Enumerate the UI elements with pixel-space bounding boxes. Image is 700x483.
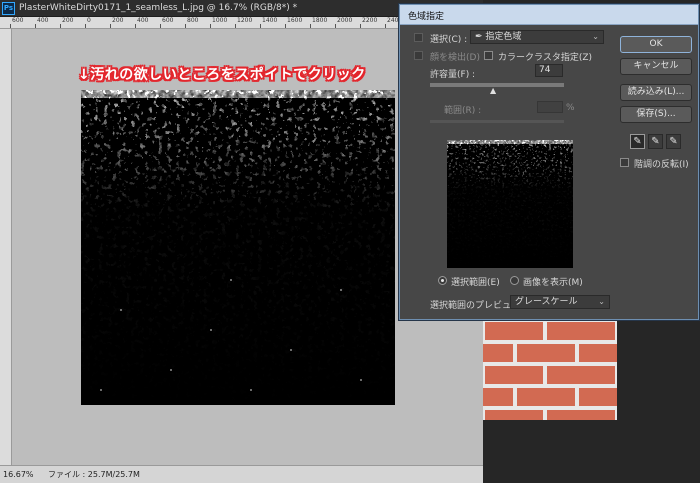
detect-faces-label: 顔を検出(D) bbox=[430, 53, 480, 63]
ruler-tick-label: 1800 bbox=[312, 17, 328, 24]
select-label: 選択(C) : bbox=[430, 35, 468, 45]
preview-mask-graphic bbox=[447, 140, 573, 268]
eyedropper-minus-icon[interactable]: ✎ bbox=[666, 134, 681, 149]
invert-checkbox[interactable] bbox=[620, 158, 629, 167]
eyedropper-icon: ✒ bbox=[475, 32, 486, 42]
select-checkbox bbox=[414, 33, 423, 42]
zoom-level[interactable]: 16.67% bbox=[0, 470, 38, 479]
range-slider-track bbox=[430, 120, 564, 123]
range-unit: % bbox=[566, 103, 575, 113]
ruler-tick-mark bbox=[360, 24, 361, 28]
ruler-tick-mark bbox=[85, 24, 86, 28]
vertical-ruler bbox=[0, 29, 12, 465]
ruler-tick-label: 2000 bbox=[337, 17, 353, 24]
preview-value: グレースケール bbox=[515, 297, 578, 307]
select-dropdown[interactable]: ✒ 指定色域 ⌄ bbox=[470, 30, 604, 44]
ruler-tick-label: 1600 bbox=[287, 17, 303, 24]
range-label: 範囲(R) : bbox=[444, 106, 482, 116]
preview-dropdown[interactable]: グレースケール ⌄ bbox=[510, 295, 610, 309]
detect-faces-checkbox[interactable] bbox=[414, 51, 423, 60]
fuzziness-label: 許容量(F) : bbox=[430, 70, 476, 80]
ruler-tick-mark bbox=[60, 24, 61, 28]
eyedropper-icon[interactable]: ✎ bbox=[630, 134, 645, 149]
ok-button[interactable]: OK bbox=[620, 36, 692, 53]
ruler-tick-label: 1200 bbox=[237, 17, 253, 24]
ruler-tick-mark bbox=[260, 24, 261, 28]
load-button[interactable]: 読み込み(L)... bbox=[620, 84, 692, 101]
ruler-tick-mark bbox=[210, 24, 211, 28]
ruler-tick-mark bbox=[335, 24, 336, 28]
ruler-tick-mark bbox=[160, 24, 161, 28]
color-range-dialog: 色域指定 選択(C) : ✒ 指定色域 ⌄ 顔を検出(D) カラークラスタ指定(… bbox=[399, 4, 699, 320]
image-radio-label: 画像を表示(M) bbox=[523, 278, 583, 288]
localized-clusters-checkbox[interactable] bbox=[484, 51, 493, 60]
photoshop-icon: Ps bbox=[2, 1, 15, 15]
localized-clusters-label: カラークラスタ指定(Z) bbox=[498, 53, 593, 63]
ruler-tick-label: 200 bbox=[62, 17, 74, 24]
ruler-tick-mark bbox=[285, 24, 286, 28]
ruler-tick-label: 600 bbox=[12, 17, 24, 24]
select-value: 指定色域 bbox=[485, 32, 522, 42]
fuzziness-slider-track[interactable] bbox=[430, 83, 564, 87]
range-input bbox=[537, 101, 563, 113]
fuzziness-slider-handle[interactable]: ▲ bbox=[490, 86, 496, 95]
ruler-tick-mark bbox=[110, 24, 111, 28]
ruler-tick-label: 2200 bbox=[362, 17, 378, 24]
dialog-title: 色域指定 bbox=[408, 12, 445, 22]
ruler-tick-mark bbox=[185, 24, 186, 28]
ruler-tick-mark bbox=[135, 24, 136, 28]
selection-radio-label: 選択範囲(E) bbox=[451, 278, 500, 288]
ruler-tick-mark bbox=[235, 24, 236, 28]
ruler-tick-mark bbox=[10, 24, 11, 28]
instruction-annotation: ↓汚れの欲しいところをスポイトでクリック bbox=[78, 67, 366, 83]
invert-label: 階調の反転(I) bbox=[634, 160, 689, 170]
brick-texture-preview bbox=[483, 320, 617, 420]
selection-radio[interactable] bbox=[438, 276, 447, 285]
save-button[interactable]: 保存(S)... bbox=[620, 106, 692, 123]
ruler-tick-mark bbox=[310, 24, 311, 28]
cancel-button[interactable]: キャンセル bbox=[620, 58, 692, 75]
ruler-tick-mark bbox=[385, 24, 386, 28]
status-bar: 16.67% ファイル : 25.7M/25.7M bbox=[0, 465, 483, 483]
ruler-tick-label: 600 bbox=[162, 17, 174, 24]
dirt-mask-graphic bbox=[81, 90, 395, 405]
ruler-tick-label: 400 bbox=[37, 17, 49, 24]
file-size-info: ファイル : 25.7M/25.7M bbox=[48, 470, 140, 479]
ruler-tick-label: 1400 bbox=[262, 17, 278, 24]
chevron-down-icon: ⌄ bbox=[598, 297, 605, 306]
panel-frame bbox=[617, 320, 700, 483]
eyedropper-plus-icon[interactable]: ✎ bbox=[648, 134, 663, 149]
ruler-tick-label: 400 bbox=[137, 17, 149, 24]
fuzziness-input[interactable]: 74 bbox=[535, 64, 563, 77]
ruler-tick-label: 0 bbox=[87, 17, 91, 24]
brick-pattern bbox=[483, 320, 617, 420]
selection-preview-thumbnail[interactable] bbox=[447, 140, 573, 268]
ruler-tick-label: 1000 bbox=[212, 17, 228, 24]
image-radio[interactable] bbox=[510, 276, 519, 285]
dialog-titlebar[interactable]: 色域指定 bbox=[400, 5, 698, 25]
ruler-tick-label: 200 bbox=[112, 17, 124, 24]
ruler-tick-mark bbox=[35, 24, 36, 28]
selection-mask-image[interactable] bbox=[81, 90, 395, 405]
chevron-down-icon: ⌄ bbox=[592, 32, 599, 41]
document-title: PlasterWhiteDirty0171_1_seamless_L.jpg @… bbox=[19, 3, 298, 13]
ruler-tick-label: 800 bbox=[187, 17, 199, 24]
